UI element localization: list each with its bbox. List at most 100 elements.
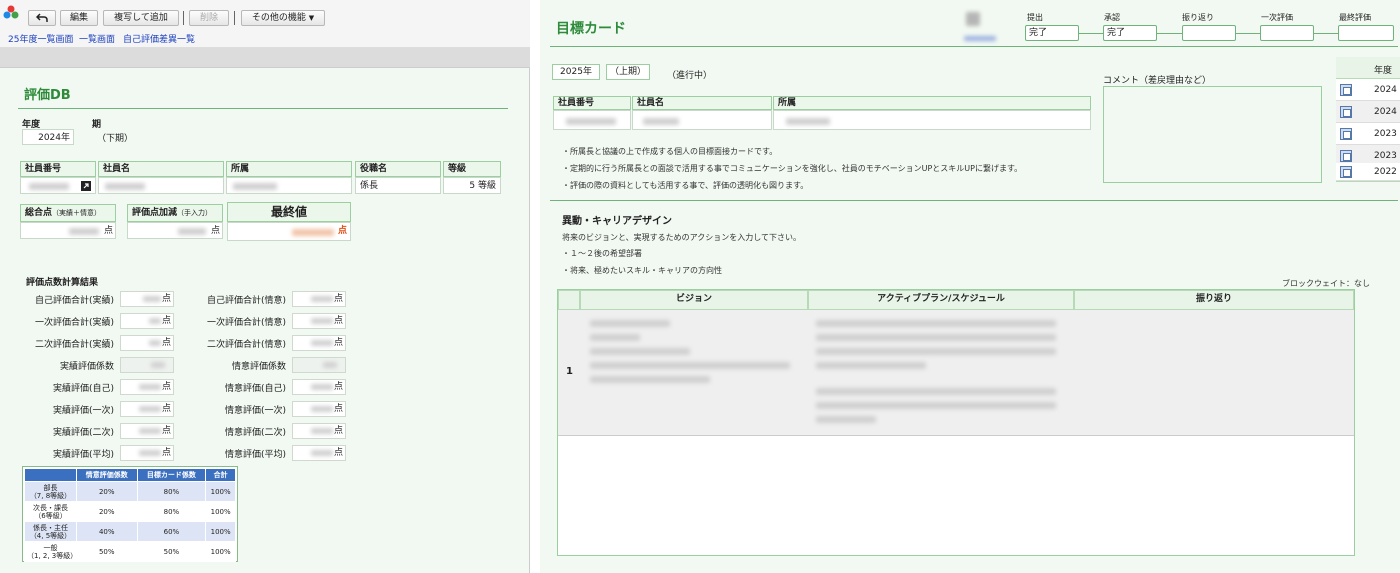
final-value: 点 <box>227 222 351 241</box>
total-score-value: 点 <box>20 222 116 239</box>
delete-button[interactable]: 削除 <box>189 10 229 26</box>
grid-row-number: 1 <box>566 366 573 377</box>
action-plan-cell[interactable] <box>808 310 1074 436</box>
grid-corner <box>558 290 580 310</box>
step-final-eval-status <box>1338 25 1394 41</box>
coef-cell: 100% <box>205 521 236 542</box>
adjustment-input[interactable]: 点 <box>127 222 223 239</box>
goal-card-panel: 目標カード 提出 承認 振り返り 一次評価 最終評価 完了 完了 2025年 （… <box>540 0 1400 573</box>
calc-value: 点 <box>120 379 174 395</box>
vision-cell[interactable] <box>580 310 808 436</box>
page-title: 評価DB <box>24 88 71 103</box>
history-year: 2022 <box>1374 167 1397 177</box>
calc-label: 実績評価(二次) <box>52 428 114 438</box>
employee-number-header: 社員番号 <box>20 161 96 177</box>
term-value: （下期） <box>97 134 134 144</box>
avatar[interactable] <box>960 10 1000 44</box>
document-icon[interactable] <box>1340 166 1352 178</box>
goal-status-text: （進行中） <box>667 71 713 81</box>
header-bar <box>0 48 530 68</box>
goal-employee-number-header: 社員番号 <box>553 96 631 110</box>
review-cell[interactable] <box>1074 310 1354 436</box>
history-row[interactable]: 2023 <box>1336 123 1400 145</box>
history-row[interactable]: 2022 <box>1336 163 1400 181</box>
history-row[interactable]: 2024 <box>1336 101 1400 123</box>
link-list[interactable]: 一覧画面 <box>79 32 115 45</box>
calc-value: 点 <box>120 401 174 417</box>
calc-value: 点 <box>120 445 174 461</box>
calc-value: 点 <box>120 313 174 329</box>
calc-label: 二次評価合計(実績) <box>34 340 114 350</box>
adjustment-sub: （手入力） <box>177 209 213 217</box>
calc-value: 点 <box>292 445 346 461</box>
calc-value: 点 <box>120 423 174 439</box>
coef-row-label: 部長 （7, 8等級） <box>24 481 77 502</box>
goal-department-header: 所属 <box>773 96 1091 110</box>
document-icon[interactable] <box>1340 106 1352 118</box>
copy-add-button[interactable]: 複写して追加 <box>103 10 179 26</box>
calc-label: 情意評価(二次) <box>224 428 286 438</box>
department-value <box>226 177 352 194</box>
link-self-eval-diff[interactable]: 自己評価差異一覧 <box>123 32 195 45</box>
goal-note: ・評価の際の資料としても活用する事で、評価の透明化も図ります。 <box>562 181 809 190</box>
step-first-eval-status <box>1260 25 1314 41</box>
year-value: 2024年 <box>22 129 74 145</box>
position-value: 係長 <box>355 177 441 194</box>
evaluation-db-panel: 編集 複写して追加 削除 その他の機能 ▼ 25年度一覧画面 一覧画面 自己評価… <box>0 0 530 573</box>
more-functions-dropdown[interactable]: その他の機能 ▼ <box>241 10 325 26</box>
external-link-icon[interactable] <box>81 181 91 191</box>
position-header: 役職名 <box>355 161 441 177</box>
employee-name-value <box>98 177 224 194</box>
document-icon[interactable] <box>1340 84 1352 96</box>
document-icon[interactable] <box>1340 150 1352 162</box>
link-fy25-list[interactable]: 25年度一覧画面 <box>8 32 73 45</box>
calc-value-unit: 点 <box>333 382 343 392</box>
section-divider <box>550 200 1398 201</box>
coef-header: 情意評価係数 <box>76 468 138 482</box>
history-row[interactable]: 2024 <box>1336 79 1400 101</box>
calc-value-unit: 点 <box>333 338 343 348</box>
step-submit-status: 完了 <box>1025 25 1079 41</box>
calc-value-unit: 点 <box>333 448 343 458</box>
total-score-sub: （実績＋情意） <box>52 209 102 217</box>
employee-number-value <box>20 177 96 194</box>
total-score-unit: 点 <box>103 226 113 236</box>
toolbar-separator <box>234 11 235 25</box>
calc-value-unit: 点 <box>161 382 171 392</box>
history-header: 年度 <box>1336 57 1400 79</box>
calc-value: 点 <box>292 379 346 395</box>
coef-cell: 80% <box>136 501 207 522</box>
chevron-down-icon: ▼ <box>308 14 315 22</box>
goal-employee-number-value <box>553 110 631 130</box>
coef-cell: 100% <box>205 481 236 502</box>
step-connector <box>1157 33 1182 34</box>
coef-header <box>24 468 77 482</box>
back-button[interactable] <box>28 10 56 26</box>
career-description: 将来のビジョンと、実現するためのアクションを入力して下さい。 <box>562 233 802 242</box>
calc-value: 点 <box>120 291 174 307</box>
step-review-status <box>1182 25 1236 41</box>
goal-year-value: 2025年 <box>552 64 600 80</box>
calc-value-unit: 点 <box>161 448 171 458</box>
calc-label: 実績評価(一次) <box>52 406 114 416</box>
comment-label: コメント（差戻理由など） <box>1103 76 1212 86</box>
goal-term-value: （上期） <box>606 64 650 80</box>
step-label-approve: 承認 <box>1104 13 1120 22</box>
employee-name-header: 社員名 <box>98 161 224 177</box>
goal-department-value <box>773 110 1091 130</box>
goal-note: ・定期的に行う所属長との面談で活用する事でコミュニケーションを強化し、社員のモチ… <box>562 164 1023 173</box>
document-icon[interactable] <box>1340 128 1352 140</box>
calc-value-unit: 点 <box>333 404 343 414</box>
calc-value: 点 <box>292 423 346 439</box>
calc-value-unit: 点 <box>333 294 343 304</box>
grade-header: 等級 <box>443 161 501 177</box>
grid-header-vision: ビジョン <box>580 290 808 310</box>
step-label-review: 振り返り <box>1182 13 1214 22</box>
edit-button[interactable]: 編集 <box>60 10 98 26</box>
calc-label: 二次評価合計(情意) <box>206 340 286 350</box>
calc-value-unit: 点 <box>161 404 171 414</box>
comment-textarea[interactable] <box>1103 86 1322 183</box>
history-year: 2023 <box>1374 129 1397 139</box>
calc-label: 情意評価(平均) <box>224 450 286 460</box>
grid-header-review: 振り返り <box>1074 290 1354 310</box>
